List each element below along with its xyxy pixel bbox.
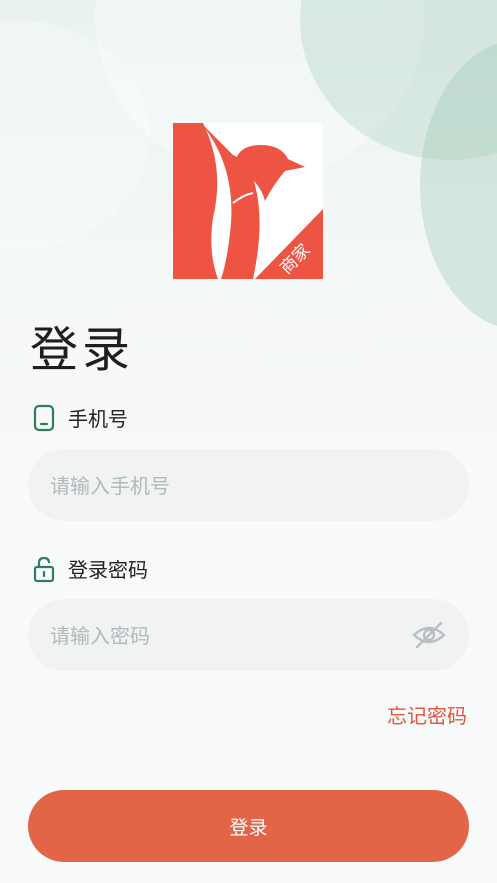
password-label-text: 登录密码	[68, 558, 148, 582]
phone-label: 手机号	[30, 403, 128, 432]
login-button[interactable]: 登录	[28, 790, 469, 862]
login-button-label: 登录	[229, 816, 268, 839]
lock-icon	[30, 555, 58, 583]
phone-input-box	[28, 449, 469, 523]
phone-label-text: 手机号	[68, 407, 128, 431]
forgot-password-link[interactable]: 忘记密码	[387, 700, 467, 729]
password-input-box	[28, 599, 469, 673]
phone-icon	[30, 404, 58, 432]
password-input[interactable]	[28, 599, 392, 673]
app-logo: 商家	[173, 123, 323, 279]
password-label: 登录密码	[30, 554, 148, 583]
phone-input[interactable]	[28, 449, 392, 523]
eye-off-icon[interactable]	[411, 619, 447, 651]
page-title: 登录	[30, 322, 135, 378]
